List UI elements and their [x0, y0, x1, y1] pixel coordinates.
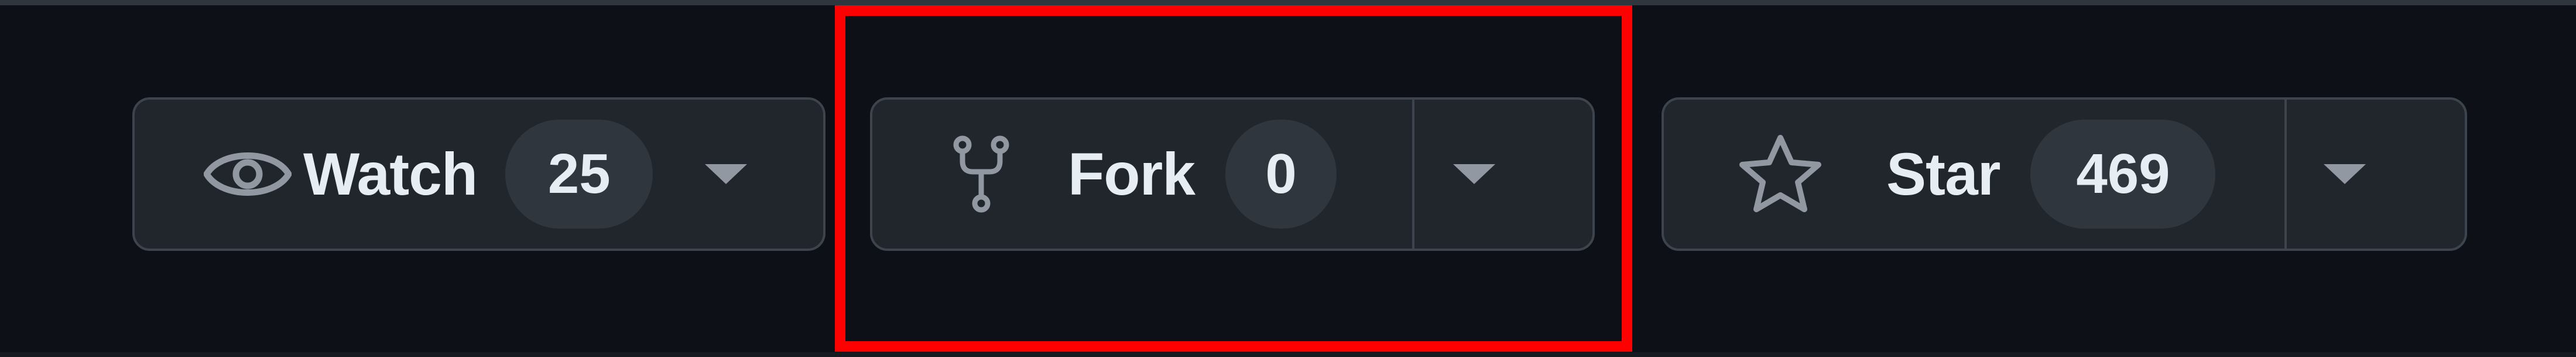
watch-count: 25: [505, 120, 653, 229]
star-button[interactable]: Star 469: [1664, 100, 2284, 249]
star-label: Star: [1886, 141, 2000, 208]
fork-label: Fork: [1068, 141, 1195, 208]
star-icon: [1736, 133, 1824, 215]
top-divider: [0, 0, 2576, 5]
watch-label: Watch: [303, 141, 478, 208]
repo-actions-bar: Watch 25 Fork 0 Star 469: [0, 0, 2576, 357]
watch-dropdown-button[interactable]: [653, 100, 793, 249]
star-dropdown-button[interactable]: [2284, 100, 2465, 249]
eye-icon: [204, 145, 292, 203]
fork-dropdown-button[interactable]: [1412, 100, 1592, 249]
watch-button[interactable]: Watch 25: [135, 100, 653, 249]
fork-count: 0: [1225, 120, 1337, 229]
caret-down-icon: [2301, 162, 2389, 186]
fork-button[interactable]: Fork 0: [872, 100, 1412, 249]
star-button-group: Star 469: [1662, 97, 2467, 251]
caret-down-icon: [1446, 162, 1502, 186]
caret-down-icon: [682, 162, 770, 186]
bottom-divider: [0, 352, 2576, 357]
fork-button-group: Fork 0: [870, 97, 1595, 251]
repo-forked-icon: [953, 135, 1009, 213]
watch-button-group: Watch 25: [132, 97, 825, 251]
star-count: 469: [2030, 120, 2216, 229]
